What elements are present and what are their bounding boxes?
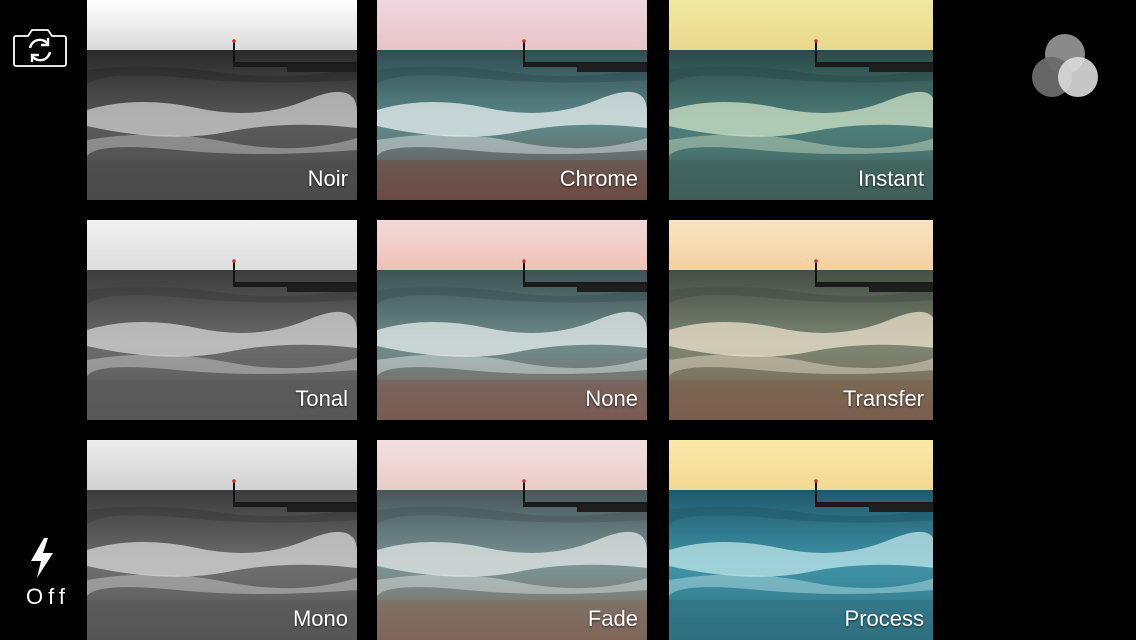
filter-tile-mono[interactable]: Mono — [87, 440, 357, 640]
filter-tile-process[interactable]: Process — [667, 440, 933, 640]
filter-name-label: Fade — [587, 606, 638, 631]
filter-name-label: Instant — [857, 166, 924, 191]
filter-name-label: Noir — [307, 166, 348, 191]
filter-tile-fade[interactable]: Fade — [377, 440, 647, 640]
filter-name-label: Transfer — [842, 386, 924, 411]
flash-state-label: Off — [26, 584, 70, 609]
filter-name-label: None — [585, 386, 638, 411]
camera-switch-button[interactable] — [12, 26, 68, 68]
filter-name-label: Tonal — [295, 386, 348, 411]
three-circles-filter-icon — [1032, 34, 1098, 97]
filter-tile-transfer[interactable]: Transfer — [667, 220, 933, 420]
filter-name-label: Process — [844, 606, 924, 631]
filter-name-label: Chrome — [559, 166, 638, 191]
camera-rotate-icon — [13, 29, 67, 67]
filter-tile-chrome[interactable]: Chrome — [377, 0, 647, 200]
filter-tile-none[interactable]: None — [377, 220, 647, 420]
flash-button[interactable]: Off — [22, 538, 70, 624]
filters-toggle-button[interactable] — [1030, 32, 1102, 104]
lightning-bolt-icon — [31, 538, 53, 578]
filter-tile-tonal[interactable]: Tonal — [87, 220, 357, 420]
filter-tile-noir[interactable]: Noir — [87, 0, 357, 200]
filter-name-label: Mono — [292, 606, 348, 631]
filter-tile-instant[interactable]: Instant — [667, 0, 933, 200]
